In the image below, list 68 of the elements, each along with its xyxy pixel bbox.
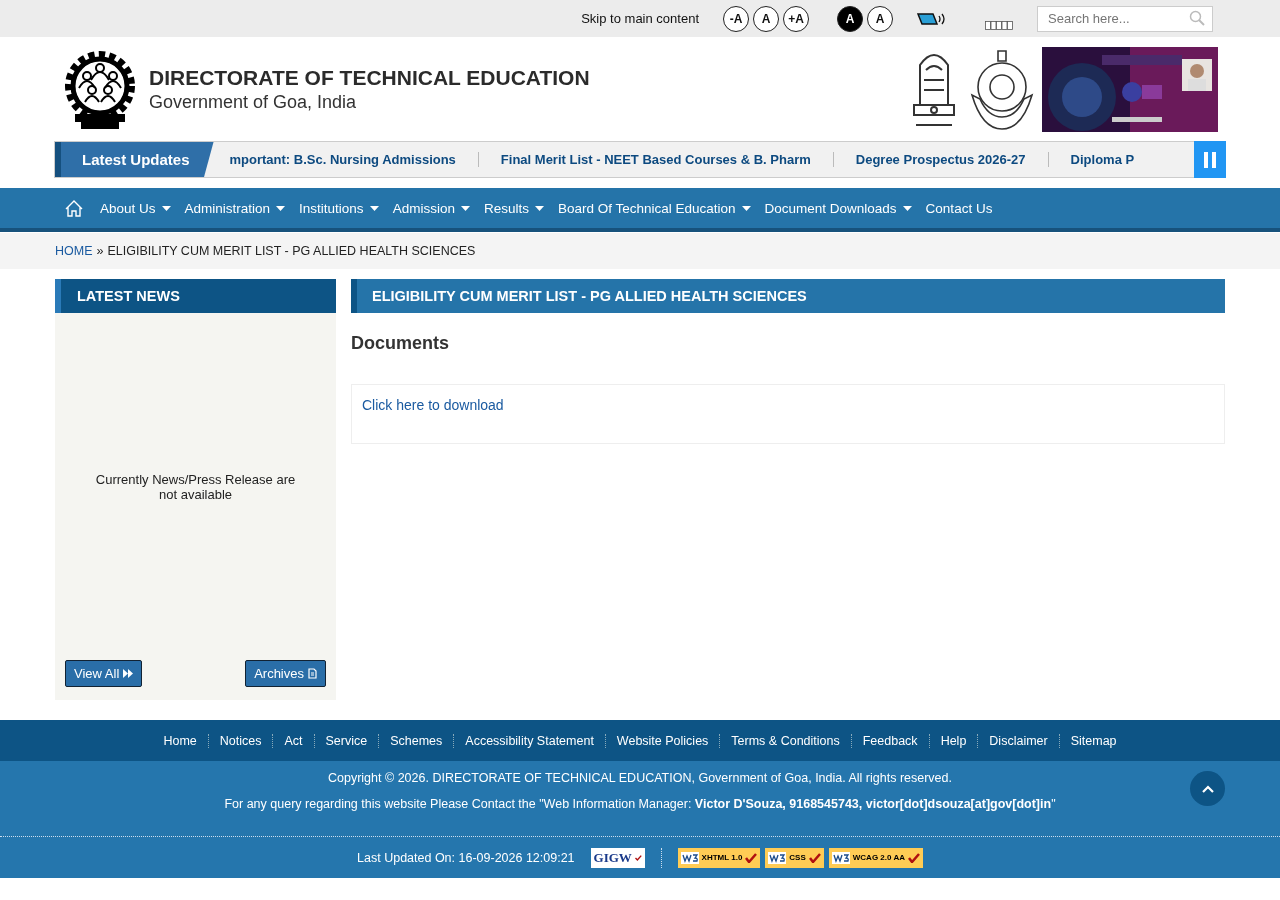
w3c-badge[interactable]: WCAG 2.0 AA xyxy=(828,847,923,868)
ticker-label: Latest Updates xyxy=(55,142,214,177)
footer-link[interactable]: Sitemap xyxy=(1058,733,1128,748)
site-subtitle: Government of Goa, India xyxy=(149,91,358,113)
footer-link[interactable]: Service xyxy=(313,733,379,748)
ticker-link[interactable]: Final Merit List - NEET Based Courses & B. Pharm xyxy=(477,152,833,167)
font-size-button[interactable]: -A xyxy=(723,5,749,32)
screen-reader-icon xyxy=(917,11,945,26)
view-all-button[interactable]: View All xyxy=(65,660,143,687)
double-arrow-icon xyxy=(123,669,134,678)
empty-message: Currently News/Press Release are not available xyxy=(94,471,297,502)
gigw-badge[interactable]: GIGW xyxy=(590,847,645,868)
panel-title: LATEST NEWS xyxy=(55,279,336,313)
check-icon xyxy=(907,852,920,863)
copyright-text: Copyright © 2026. DIRECTORATE OF TECHNICAL EDUCATION, Government of Goa, India. All rights reserved. xyxy=(327,771,953,785)
w3c-badge[interactable]: XHTML 1.0 xyxy=(677,847,761,868)
skip-link[interactable]: Skip to main content xyxy=(581,11,699,26)
w3c-badge[interactable]: CSS xyxy=(765,847,824,868)
breadcrumb-separator: » xyxy=(96,244,104,258)
w3c-logo-icon xyxy=(680,851,699,864)
contrast-button[interactable]: A xyxy=(837,5,863,32)
font-size-button[interactable]: +A xyxy=(783,5,809,32)
footer-link[interactable]: Disclaimer xyxy=(977,733,1059,748)
document-icon xyxy=(308,668,317,679)
back-to-top-button[interactable] xyxy=(1190,771,1225,806)
breadcrumb-link[interactable]: HOME xyxy=(55,244,93,258)
pause-icon xyxy=(1204,151,1216,168)
nav-menu-item[interactable]: Admission xyxy=(385,200,477,216)
footer-link[interactable]: Notices xyxy=(207,733,273,748)
nav-menu-item[interactable]: Contact Us xyxy=(918,200,1000,216)
last-updated: Last Updated On: 16-09-2026 12:09:21 xyxy=(357,850,575,865)
w3c-logo-icon xyxy=(831,851,850,864)
footer-link[interactable]: Act xyxy=(272,733,314,748)
nav-menu-item[interactable]: Institutions xyxy=(292,200,386,216)
nav-menu-item[interactable]: Document Downloads xyxy=(757,200,919,216)
footer-link[interactable]: Terms & Conditions xyxy=(719,733,851,748)
site-title: DIRECTORATE OF TECHNICAL EDUCATION xyxy=(149,65,591,90)
ticker-link[interactable]: mportant: B.Sc. Nursing Admissions xyxy=(229,152,478,167)
nav-menu-item[interactable]: About Us xyxy=(93,200,178,216)
footer-link[interactable]: Feedback xyxy=(850,733,929,748)
chevron-up-icon xyxy=(1201,784,1214,793)
footer-link[interactable]: Website Policies xyxy=(604,733,720,748)
home-icon xyxy=(65,199,83,217)
ticker-link[interactable]: Diploma P xyxy=(1047,152,1157,167)
w3c-logo-icon xyxy=(768,851,787,864)
download-link[interactable]: Click here to download xyxy=(362,397,504,413)
search-icon xyxy=(1189,9,1205,26)
pause-button[interactable] xyxy=(1194,141,1226,178)
check-icon xyxy=(745,852,758,863)
archives-button[interactable]: Archives xyxy=(245,660,326,687)
glyph-boxes-icon xyxy=(985,21,1013,30)
nav-menu-item[interactable]: Board Of Technical Education xyxy=(550,200,758,216)
contact-text: For any query regarding this website Please Contact the "Web Information Manager: Victor D'Souza, 9168545743, victor[dot]dsouza[at]gov[dot]in" xyxy=(223,797,1057,811)
footer-link[interactable]: Schemes xyxy=(378,733,454,748)
ticker-link[interactable]: Degree Prospectus 2026-27 xyxy=(832,152,1048,167)
footer-link[interactable]: Home xyxy=(152,733,208,748)
footer-link[interactable]: Help xyxy=(928,733,978,748)
home-button[interactable] xyxy=(65,199,83,217)
contrast-button[interactable]: A xyxy=(867,5,893,32)
nav-menu-item[interactable]: Results xyxy=(476,200,551,216)
footer-link[interactable]: Accessibility Statement xyxy=(453,733,605,748)
check-icon xyxy=(808,852,821,863)
nav-menu-item[interactable]: Administration xyxy=(177,200,293,216)
font-size-button[interactable]: A xyxy=(753,5,779,32)
search-field[interactable]: Search here... xyxy=(1037,5,1213,32)
page-title: ELIGIBILITY CUM MERIT LIST - PG ALLIED HEALTH SCIENCES xyxy=(351,279,1225,313)
section-heading: Documents xyxy=(351,333,450,354)
breadcrumb-current: ELIGIBILITY CUM MERIT LIST - PG ALLIED HEALTH SCIENCES xyxy=(107,244,476,258)
